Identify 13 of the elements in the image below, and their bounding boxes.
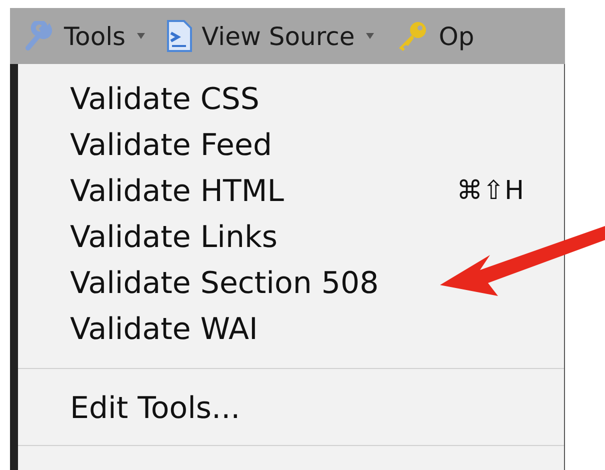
menu-item[interactable]: Validate WAI — [70, 306, 524, 352]
menu-item[interactable]: Validate Feed — [70, 122, 524, 168]
toolbar-button[interactable]: Op — [438, 22, 474, 50]
document-icon[interactable] — [166, 20, 192, 52]
toolbar-button[interactable]: View Source — [202, 22, 355, 50]
menu-item[interactable]: Validate HTML ⌘⇧H — [70, 168, 524, 214]
menu-item[interactable]: Validate Section 508 — [70, 260, 524, 306]
toolbar-button[interactable]: Tools — [64, 22, 126, 50]
caret-icon[interactable] — [136, 32, 146, 40]
caret-icon[interactable] — [364, 32, 375, 40]
menu-item[interactable]: Validate Links — [70, 214, 524, 260]
menu-item[interactable]: Edit Tools... — [70, 385, 524, 431]
menu-item[interactable]: Validate CSS — [70, 76, 524, 122]
